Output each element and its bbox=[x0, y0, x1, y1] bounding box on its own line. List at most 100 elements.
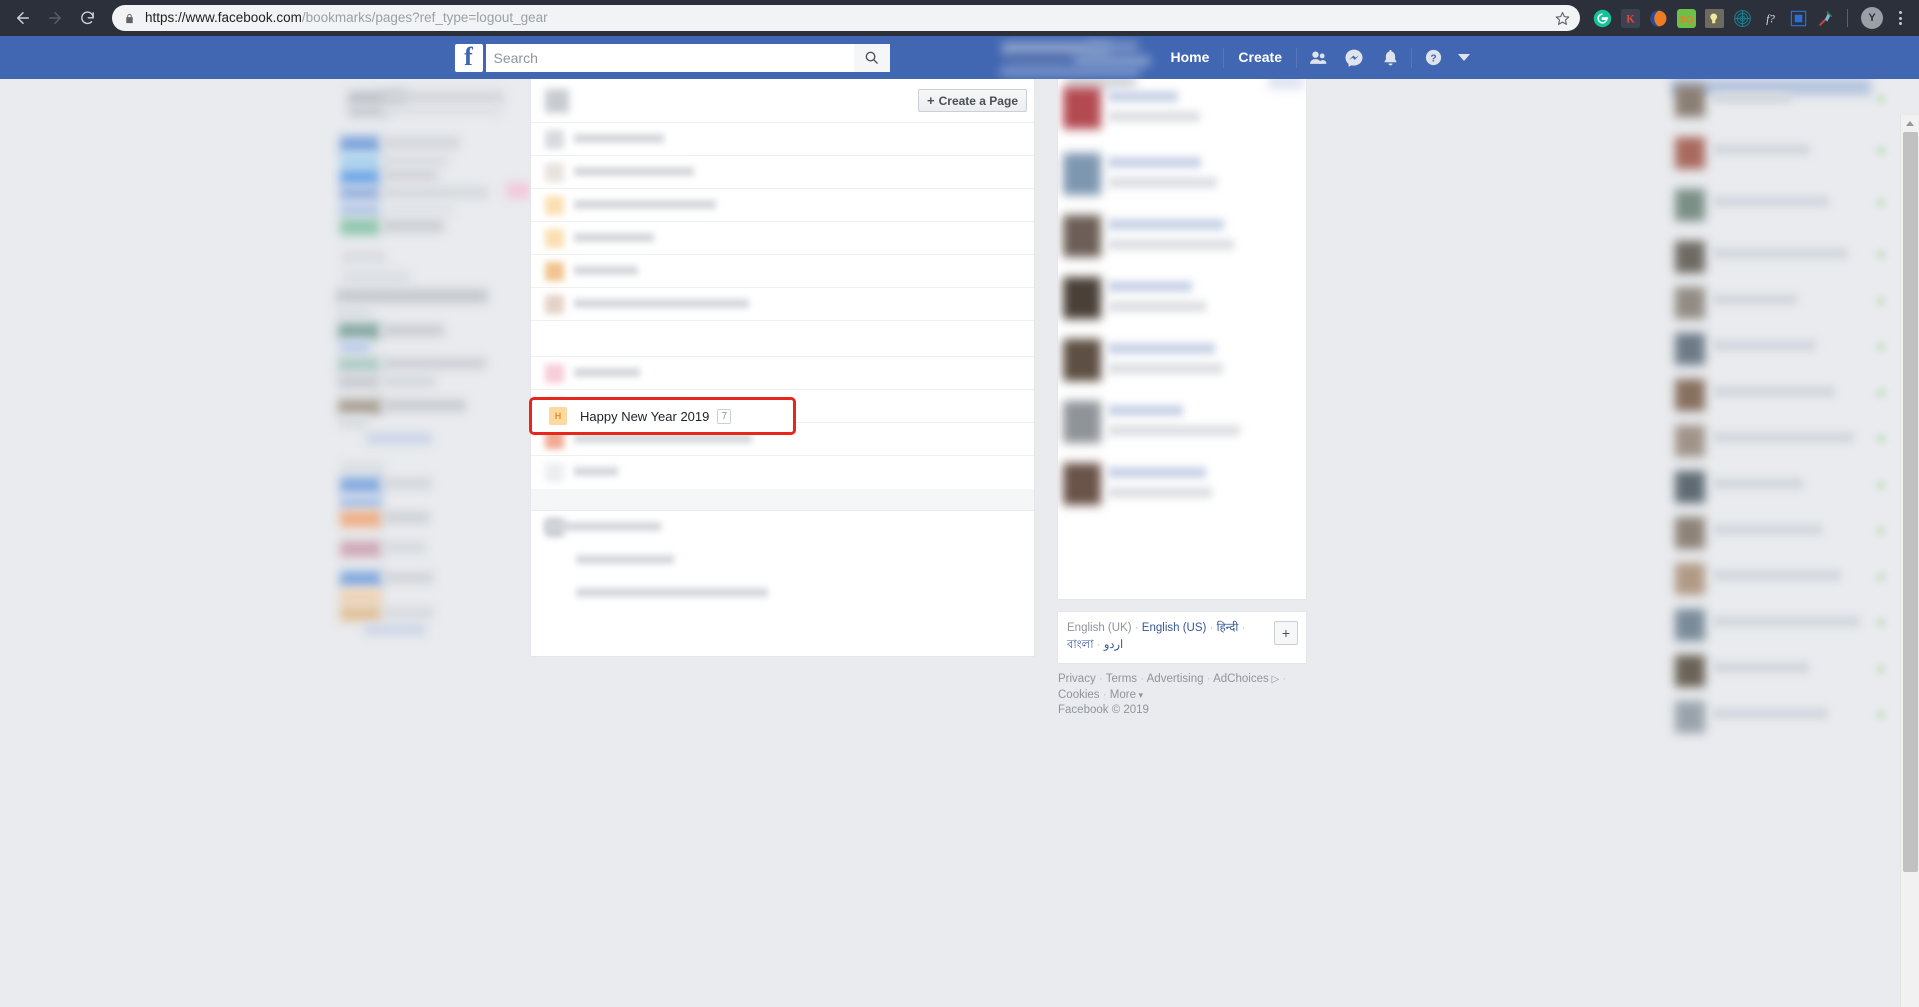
footer-link-more[interactable]: More bbox=[1110, 689, 1136, 701]
list-item[interactable] bbox=[1058, 145, 1306, 207]
help-question-icon[interactable]: ? bbox=[1418, 43, 1448, 73]
contact-name-redacted bbox=[1713, 340, 1816, 351]
create-page-label: Create a Page bbox=[938, 93, 1018, 108]
row-label-redacted bbox=[574, 167, 694, 176]
messenger-icon[interactable] bbox=[1339, 43, 1369, 73]
scroll-up-arrow-icon[interactable] bbox=[1901, 115, 1919, 132]
separator: · bbox=[1238, 622, 1246, 634]
table-row[interactable] bbox=[531, 123, 1034, 156]
search-input[interactable] bbox=[485, 49, 854, 66]
table-row[interactable] bbox=[531, 577, 1034, 610]
footer-link-advertising[interactable]: Advertising bbox=[1147, 673, 1204, 685]
nav-create[interactable]: Create bbox=[1227, 36, 1293, 79]
friend-requests-icon[interactable] bbox=[1303, 43, 1333, 73]
create-page-button[interactable]: + Create a Page bbox=[918, 89, 1027, 112]
avatar bbox=[1675, 609, 1705, 641]
online-status-dot bbox=[1876, 526, 1886, 536]
table-row[interactable] bbox=[531, 288, 1034, 321]
footer-link-terms[interactable]: Terms bbox=[1106, 673, 1137, 685]
list-item[interactable] bbox=[1671, 183, 1900, 235]
table-row[interactable] bbox=[531, 189, 1034, 222]
table-row[interactable] bbox=[531, 156, 1034, 189]
pages-rows-above bbox=[531, 123, 1034, 321]
list-item[interactable] bbox=[1058, 207, 1306, 269]
language-link[interactable]: English (US) bbox=[1142, 622, 1207, 634]
page-row-happy-new-year-2019[interactable]: H Happy New Year 2019 7 bbox=[529, 397, 796, 435]
list-item[interactable] bbox=[1671, 465, 1900, 511]
scrollbar-thumb[interactable] bbox=[1903, 132, 1918, 872]
list-item[interactable] bbox=[1058, 455, 1306, 517]
left-sidebar-redacted[interactable] bbox=[330, 79, 530, 639]
footer-link-cookies[interactable]: Cookies bbox=[1058, 689, 1100, 701]
list-item[interactable] bbox=[1671, 373, 1900, 419]
table-row[interactable] bbox=[531, 544, 1034, 577]
back-arrow-icon[interactable] bbox=[8, 3, 38, 33]
language-link[interactable]: বাংলা bbox=[1067, 639, 1094, 651]
list-item[interactable] bbox=[1671, 695, 1900, 741]
address-bar[interactable]: https://www.facebook.com/bookmarks/pages… bbox=[112, 5, 1580, 31]
footer-link-adchoices[interactable]: AdChoices bbox=[1213, 673, 1269, 685]
table-row[interactable] bbox=[531, 511, 1034, 544]
search-icon[interactable] bbox=[853, 43, 890, 72]
row-label-redacted bbox=[574, 368, 640, 377]
row-thumbnail bbox=[545, 130, 564, 149]
language-link[interactable]: हिन्दी bbox=[1217, 622, 1239, 634]
forward-arrow-icon[interactable] bbox=[40, 3, 70, 33]
formula-extension-icon[interactable]: f? bbox=[1756, 4, 1784, 32]
three-dot-menu-icon[interactable] bbox=[1889, 4, 1911, 32]
crescent-extension-icon[interactable] bbox=[1644, 4, 1672, 32]
page-scrollbar[interactable] bbox=[1900, 115, 1919, 1007]
chevron-down-icon[interactable] bbox=[1451, 43, 1477, 73]
list-item[interactable] bbox=[1671, 557, 1900, 603]
list-item[interactable] bbox=[1671, 511, 1900, 557]
table-row[interactable] bbox=[531, 255, 1034, 288]
list-item[interactable] bbox=[1671, 235, 1900, 281]
list-item[interactable] bbox=[1671, 649, 1900, 695]
online-status-dot bbox=[1876, 388, 1886, 398]
chat-sidebar-redacted[interactable] bbox=[1671, 79, 1900, 1007]
kami-extension-icon[interactable]: K bbox=[1616, 4, 1644, 32]
profile-name-redacted[interactable] bbox=[978, 36, 1160, 79]
list-item[interactable] bbox=[1058, 331, 1306, 393]
list-row-highlighted-placeholder[interactable] bbox=[531, 321, 1034, 357]
page-avatar: H bbox=[549, 407, 567, 425]
table-row[interactable] bbox=[531, 222, 1034, 255]
color-picker-extension-icon[interactable] bbox=[1812, 4, 1840, 32]
list-item[interactable] bbox=[1671, 603, 1900, 649]
avatar bbox=[1675, 701, 1705, 733]
row-thumbnail bbox=[545, 89, 569, 113]
online-status-dot bbox=[1876, 618, 1886, 628]
avatar bbox=[1063, 339, 1101, 381]
suggestions-panel-redacted[interactable] bbox=[1057, 79, 1307, 600]
list-item[interactable] bbox=[1058, 79, 1306, 145]
list-item[interactable] bbox=[1671, 419, 1900, 465]
language-link[interactable]: اردو bbox=[1104, 639, 1123, 651]
notifications-bell-icon[interactable] bbox=[1375, 43, 1405, 73]
bookmark-star-icon[interactable] bbox=[1555, 11, 1570, 26]
sq-extension-icon[interactable]: SQ bbox=[1672, 4, 1700, 32]
list-item[interactable] bbox=[1671, 281, 1900, 327]
row-thumbnail bbox=[545, 463, 564, 482]
list-item[interactable] bbox=[1671, 79, 1900, 131]
web-grid-extension-icon[interactable] bbox=[1728, 4, 1756, 32]
language-links[interactable]: English (UK) · English (US) · हिन्दी · ব… bbox=[1067, 620, 1297, 654]
list-item-text-redacted bbox=[1108, 219, 1224, 230]
footer-links-row[interactable]: Privacy · Terms · Advertising · AdChoice… bbox=[1058, 672, 1307, 702]
language-link[interactable]: English (UK) bbox=[1067, 622, 1132, 634]
facebook-logo[interactable]: f bbox=[454, 43, 483, 72]
list-item[interactable] bbox=[1671, 327, 1900, 373]
list-item[interactable] bbox=[1058, 269, 1306, 331]
footer-link-privacy[interactable]: Privacy bbox=[1058, 673, 1096, 685]
blue-frame-extension-icon[interactable] bbox=[1784, 4, 1812, 32]
grammarly-extension-icon[interactable] bbox=[1588, 4, 1616, 32]
profile-avatar[interactable]: Y bbox=[1861, 7, 1883, 29]
table-row[interactable] bbox=[531, 357, 1034, 390]
list-item[interactable] bbox=[1058, 393, 1306, 455]
lightbulb-extension-icon[interactable] bbox=[1700, 4, 1728, 32]
list-item[interactable] bbox=[1671, 131, 1900, 183]
nav-home[interactable]: Home bbox=[1160, 36, 1221, 79]
add-language-button[interactable]: + bbox=[1274, 621, 1298, 645]
facebook-search-box[interactable] bbox=[485, 43, 890, 72]
reload-icon[interactable] bbox=[72, 3, 102, 33]
table-row[interactable] bbox=[531, 456, 1034, 489]
